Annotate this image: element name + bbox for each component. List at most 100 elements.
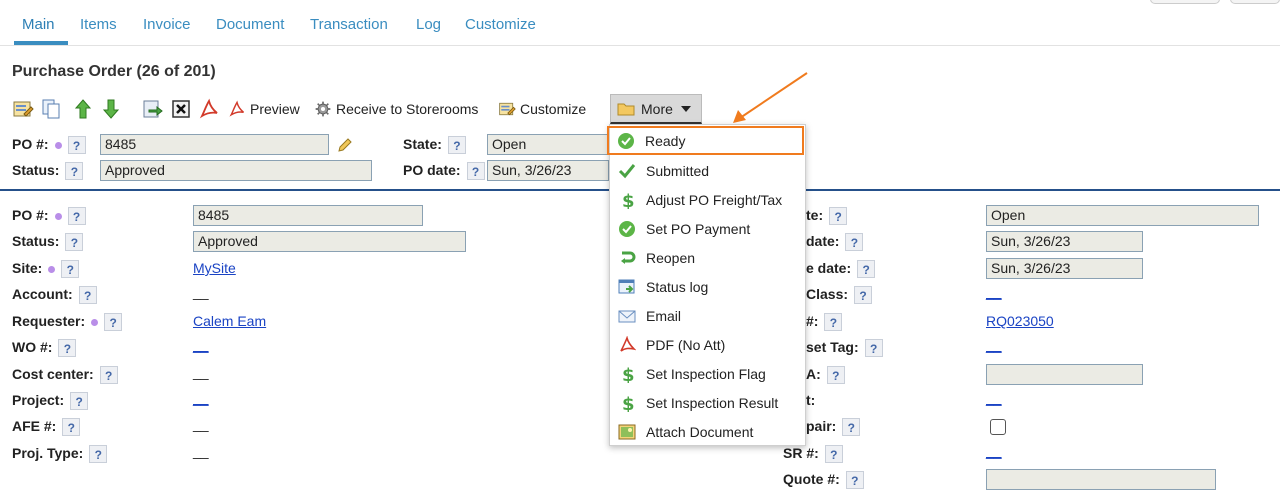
help-icon[interactable]: ? xyxy=(824,445,843,464)
tab-document[interactable]: Document xyxy=(216,16,284,33)
required-dot-icon xyxy=(54,212,62,220)
svg-text:$: $ xyxy=(622,365,635,383)
site-link[interactable]: MySite xyxy=(193,260,236,276)
pdf-icon[interactable] xyxy=(198,98,220,120)
green-checkmark-icon xyxy=(618,163,636,178)
project-label: Project:? xyxy=(12,392,89,411)
wo-link[interactable]: __ xyxy=(193,337,209,353)
t-link[interactable]: __ xyxy=(986,390,1002,406)
header-state-field[interactable]: Open xyxy=(487,134,609,155)
edit-record-icon[interactable] xyxy=(12,98,34,120)
requester-label: Requester:? xyxy=(12,313,123,332)
help-icon[interactable]: ? xyxy=(466,162,485,181)
preview-button[interactable]: Preview xyxy=(228,97,300,121)
date2-field[interactable]: Sun, 3/26/23 xyxy=(986,258,1143,279)
help-icon[interactable]: ? xyxy=(65,162,84,181)
menu-item-adjust-freight-tax[interactable]: $ Adjust PO Freight/Tax xyxy=(610,185,807,214)
pdf-icon xyxy=(620,335,636,352)
menu-item-attach-document[interactable]: Attach Document xyxy=(610,417,807,446)
menu-item-ready[interactable]: Ready xyxy=(607,126,804,155)
status-field[interactable]: Approved xyxy=(193,231,466,252)
copy-icon[interactable] xyxy=(40,98,62,120)
tab-invoice[interactable]: Invoice xyxy=(143,16,191,33)
arrow-down-icon[interactable] xyxy=(100,98,122,120)
help-icon[interactable]: ? xyxy=(447,136,466,155)
rq-link[interactable]: RQ023050 xyxy=(986,313,1054,329)
help-icon[interactable]: ? xyxy=(99,366,118,385)
tab-items[interactable]: Items xyxy=(80,16,117,33)
menu-item-set-po-payment[interactable]: Set PO Payment xyxy=(610,214,807,243)
help-icon[interactable]: ? xyxy=(864,339,883,358)
quote-field[interactable] xyxy=(986,469,1216,490)
help-icon[interactable]: ? xyxy=(70,392,89,411)
a-field[interactable] xyxy=(986,364,1143,385)
export-icon[interactable] xyxy=(141,98,163,120)
tab-bar: Main Items Invoice Document Transaction … xyxy=(0,0,1280,46)
repair-label: pair:? xyxy=(806,418,861,437)
required-dot-icon xyxy=(91,318,99,326)
receive-to-storerooms-button[interactable]: Receive to Storerooms xyxy=(314,97,478,121)
project-link[interactable]: __ xyxy=(193,390,209,406)
help-icon[interactable]: ? xyxy=(58,339,77,358)
help-icon[interactable]: ? xyxy=(842,418,861,437)
help-icon[interactable]: ? xyxy=(78,286,97,305)
requester-link[interactable]: Calem Eam xyxy=(193,313,266,329)
menu-item-set-inspection-flag[interactable]: $ Set Inspection Flag xyxy=(610,359,807,388)
green-check-circle-icon xyxy=(619,220,635,237)
customize-button[interactable]: Customize xyxy=(498,97,586,121)
class-link[interactable]: __ xyxy=(986,284,1002,300)
proj-type-value: __ xyxy=(193,443,209,459)
reopen-arrow-icon xyxy=(621,251,636,264)
envelope-icon xyxy=(618,310,636,322)
help-icon[interactable]: ? xyxy=(829,207,848,226)
help-icon[interactable]: ? xyxy=(826,366,845,385)
help-icon[interactable]: ? xyxy=(65,233,84,252)
top-right-button[interactable] xyxy=(1150,0,1220,4)
po-field[interactable]: 8485 xyxy=(193,205,423,226)
menu-item-reopen[interactable]: Reopen xyxy=(610,243,807,272)
tab-main[interactable]: Main xyxy=(22,16,55,33)
date1-field[interactable]: Sun, 3/26/23 xyxy=(986,231,1143,252)
menu-item-pdf-no-att[interactable]: PDF (No Att) xyxy=(610,330,807,359)
arrow-up-icon[interactable] xyxy=(72,98,94,120)
tab-transaction[interactable]: Transaction xyxy=(310,16,388,33)
help-icon[interactable]: ? xyxy=(67,136,86,155)
caret-down-icon xyxy=(680,105,691,112)
sr-label: SR #:? xyxy=(783,445,843,464)
proj-type-label: Proj. Type:? xyxy=(12,445,108,464)
help-icon[interactable]: ? xyxy=(854,286,873,305)
asset-tag-link[interactable]: __ xyxy=(986,337,1002,353)
top-right-button-2[interactable] xyxy=(1230,0,1280,4)
account-label: Account:? xyxy=(12,286,97,305)
menu-item-email[interactable]: Email xyxy=(610,301,807,330)
sr-link[interactable]: __ xyxy=(986,443,1002,459)
repair-checkbox[interactable] xyxy=(990,419,1006,435)
annotation-arrow xyxy=(733,72,808,123)
tab-log[interactable]: Log xyxy=(416,16,441,33)
menu-item-set-inspection-result[interactable]: $ Set Inspection Result xyxy=(610,388,807,417)
state-field[interactable]: Open xyxy=(986,205,1259,226)
menu-item-status-log[interactable]: Status log xyxy=(610,272,807,301)
more-menu-button[interactable]: More xyxy=(610,94,702,124)
help-icon[interactable]: ? xyxy=(61,260,80,279)
header-status-field[interactable]: Approved xyxy=(100,160,372,181)
tab-customize[interactable]: Customize xyxy=(465,16,536,33)
help-icon[interactable]: ? xyxy=(62,418,81,437)
help-icon[interactable]: ? xyxy=(845,471,864,490)
help-icon[interactable]: ? xyxy=(857,260,876,279)
customize-label: Customize xyxy=(520,101,587,117)
menu-item-submitted[interactable]: Submitted xyxy=(610,156,807,185)
help-icon[interactable]: ? xyxy=(845,233,864,252)
help-icon[interactable]: ? xyxy=(104,313,123,332)
help-icon[interactable]: ? xyxy=(67,207,86,226)
header-po-field[interactable]: 8485 xyxy=(100,134,329,155)
afe-label: AFE #:? xyxy=(12,418,81,437)
pencil-icon[interactable] xyxy=(337,137,353,153)
header-po-date-field[interactable]: Sun, 3/26/23 xyxy=(487,160,609,181)
help-icon[interactable]: ? xyxy=(89,445,108,464)
header-state-label: State:? xyxy=(403,136,466,155)
help-icon[interactable]: ? xyxy=(824,313,843,332)
header-po-date-label: PO date:? xyxy=(403,162,485,181)
close-record-icon[interactable] xyxy=(170,98,192,120)
receive-label: Receive to Storerooms xyxy=(336,101,479,117)
